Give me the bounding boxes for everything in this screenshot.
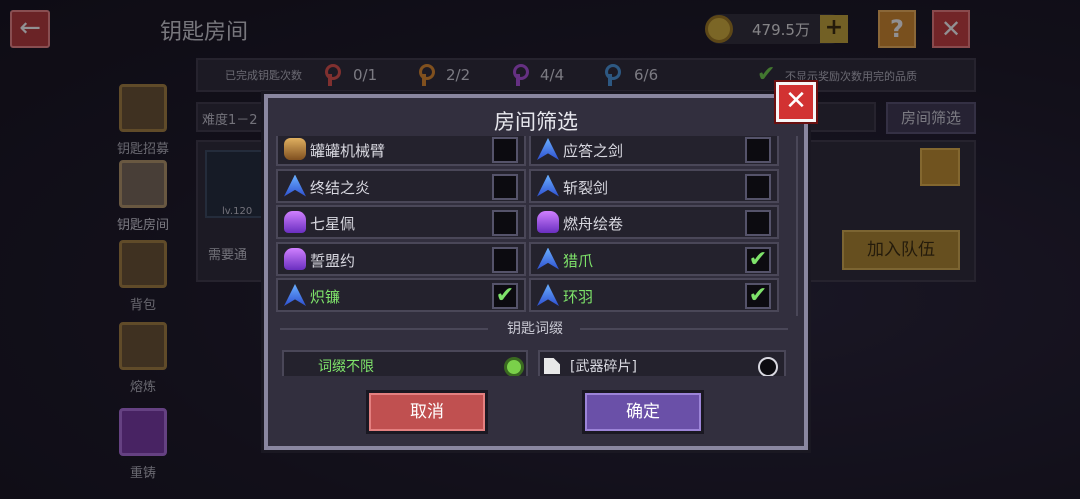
checkbox[interactable] xyxy=(745,137,771,163)
weapon-filter-row[interactable]: 誓盟约 xyxy=(276,241,526,276)
weapon-filter-row[interactable]: 罐罐机械臂 xyxy=(276,136,526,166)
weapon-filter-row[interactable]: 七星佩 xyxy=(276,205,526,239)
section-label: 钥匙词缀 xyxy=(507,321,563,337)
weapon-filter-row[interactable]: 燃舟绘卷 xyxy=(529,205,779,239)
weapon-name: 誓盟约 xyxy=(310,251,356,270)
weapon-name: 环羽 xyxy=(563,288,594,306)
checkbox[interactable] xyxy=(492,173,518,200)
weapon-name: 罐罐机械臂 xyxy=(310,142,386,160)
weapon-icon xyxy=(537,284,559,306)
weapon-name: 斩裂剑 xyxy=(563,178,609,197)
cancel-button[interactable]: 取消 xyxy=(366,390,488,434)
weapon-filter-list[interactable]: 罐罐机械臂 应答之剑终结之炎 斩裂剑七星佩 燃舟绘卷誓盟约 猎爪 ✔ 炽镰 ✔ 环羽 ✔ xyxy=(272,136,798,376)
weapon-filter-row[interactable]: 猎爪 ✔ xyxy=(529,241,779,276)
weapon-icon xyxy=(537,174,559,197)
checkbox[interactable] xyxy=(492,210,518,236)
weapon-filter-row[interactable]: 应答之剑 xyxy=(529,136,779,166)
weapon-filter-row[interactable]: 终结之炎 xyxy=(276,168,526,203)
weapon-filter-row[interactable]: 炽镰 ✔ xyxy=(276,278,526,312)
weapon-icon xyxy=(284,284,306,306)
weapon-name: 炽镰 xyxy=(310,288,341,306)
weapon-icon xyxy=(537,211,559,233)
weapon-name: 终结之炎 xyxy=(310,178,371,197)
weapon-icon xyxy=(284,174,306,197)
weapon-icon xyxy=(284,211,306,233)
weapon-icon xyxy=(537,247,559,270)
weapon-filter-row[interactable]: 斩裂剑 xyxy=(529,168,779,203)
weapon-icon xyxy=(537,138,559,160)
confirm-button[interactable]: 确定 xyxy=(582,390,704,434)
dialog-title: 房间筛选 xyxy=(494,110,578,134)
weapon-icon xyxy=(284,138,306,160)
suffix-label: 词缀不限 xyxy=(318,359,374,375)
suffix-label: [武器碎片] xyxy=(570,359,637,375)
weapon-name: 七星佩 xyxy=(310,215,356,233)
radio-selected-icon[interactable] xyxy=(504,357,524,377)
close-icon: ✕ xyxy=(785,86,807,116)
radio-empty-icon[interactable] xyxy=(758,357,778,377)
dialog-close-button[interactable]: ✕ xyxy=(774,80,818,124)
checkbox-checked-icon[interactable]: ✔ xyxy=(745,246,771,273)
checkbox-checked-icon[interactable]: ✔ xyxy=(745,283,771,309)
weapon-name: 燃舟绘卷 xyxy=(563,215,624,233)
weapon-icon xyxy=(284,247,306,270)
checkbox[interactable] xyxy=(745,173,771,200)
weapon-name: 猎爪 xyxy=(563,251,594,270)
checkbox[interactable] xyxy=(492,137,518,163)
weapon-filter-row[interactable]: 环羽 ✔ xyxy=(529,278,779,312)
checkbox[interactable] xyxy=(745,210,771,236)
weapon-name: 应答之剑 xyxy=(563,142,624,160)
list-bottom-edge xyxy=(268,376,804,382)
checkbox[interactable] xyxy=(492,246,518,273)
list-scrollbar[interactable] xyxy=(796,136,798,316)
checkbox-checked-icon[interactable]: ✔ xyxy=(492,283,518,309)
